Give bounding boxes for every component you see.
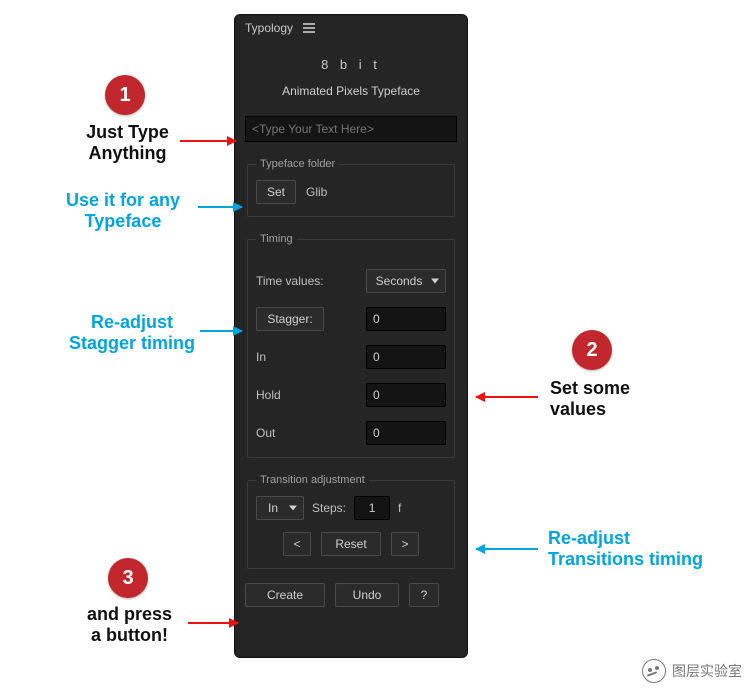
panel-header: Typology — [245, 21, 457, 39]
anno-text-3: Re-adjust Stagger timing — [62, 312, 202, 353]
transition-prev-button[interactable]: < — [283, 532, 311, 556]
time-values-select[interactable]: Seconds — [366, 269, 446, 293]
watermark-text: 图层实验室 — [672, 661, 742, 681]
steps-value-input[interactable]: 1 — [354, 496, 390, 520]
anno-arrow-2 — [198, 206, 242, 208]
undo-button[interactable]: Undo — [335, 583, 399, 607]
stagger-value-input[interactable]: 0 — [366, 307, 446, 331]
stagger-button[interactable]: Stagger: — [256, 307, 324, 331]
anno-arrow-6 — [188, 622, 238, 624]
anno-circle-3: 3 — [108, 558, 148, 598]
out-label: Out — [256, 426, 275, 440]
create-button[interactable]: Create — [245, 583, 325, 607]
time-values-label: Time values: — [256, 274, 324, 288]
panel-name: Typology — [245, 21, 293, 35]
anno-text-5: Re-adjust Transitions timing — [548, 528, 718, 569]
steps-suffix: f — [398, 501, 401, 515]
transition-group: Transition adjustment In Steps: 1 f < Re… — [247, 474, 455, 569]
transition-reset-button[interactable]: Reset — [321, 532, 381, 556]
transition-next-button[interactable]: > — [391, 532, 419, 556]
set-button[interactable]: Set — [256, 180, 296, 204]
anno-arrow-3 — [200, 330, 242, 332]
timing-legend: Timing — [256, 233, 297, 245]
typology-panel: Typology 8 b i t Animated Pixels Typefac… — [234, 14, 468, 658]
steps-label: Steps: — [312, 501, 346, 515]
typeface-folder-group: Typeface folder Set Glib — [247, 158, 455, 217]
in-value-input[interactable]: 0 — [366, 345, 446, 369]
anno-text-6: and press a button! — [72, 604, 187, 645]
timing-group: Timing Time values: Seconds Stagger: 0 I… — [247, 233, 455, 458]
transition-legend: Transition adjustment — [256, 474, 369, 486]
out-value-input[interactable]: 0 — [366, 421, 446, 445]
panel-title: 8 b i t — [245, 57, 457, 72]
anno-text-4: Set some values — [550, 378, 650, 419]
text-input[interactable] — [245, 116, 457, 142]
anno-arrow-1 — [180, 140, 236, 142]
anno-circle-1: 1 — [105, 75, 145, 115]
hold-label: Hold — [256, 388, 281, 402]
typeface-folder-value: Glib — [306, 185, 327, 199]
anno-arrow-4 — [476, 396, 538, 398]
transition-dir-select[interactable]: In — [256, 496, 304, 520]
watermark-icon — [642, 659, 666, 683]
in-label: In — [256, 350, 266, 364]
help-button[interactable]: ? — [409, 583, 439, 607]
anno-text-1: Just Type Anything — [75, 122, 180, 163]
panel-subtitle: Animated Pixels Typeface — [245, 84, 457, 98]
menu-icon[interactable] — [303, 23, 315, 33]
hold-value-input[interactable]: 0 — [366, 383, 446, 407]
typeface-folder-legend: Typeface folder — [256, 158, 339, 170]
watermark: 图层实验室 — [642, 659, 742, 683]
anno-text-2: Use it for any Typeface — [48, 190, 198, 231]
anno-circle-2: 2 — [572, 330, 612, 370]
anno-arrow-5 — [476, 548, 538, 550]
footer-row: Create Undo ? — [245, 583, 457, 607]
